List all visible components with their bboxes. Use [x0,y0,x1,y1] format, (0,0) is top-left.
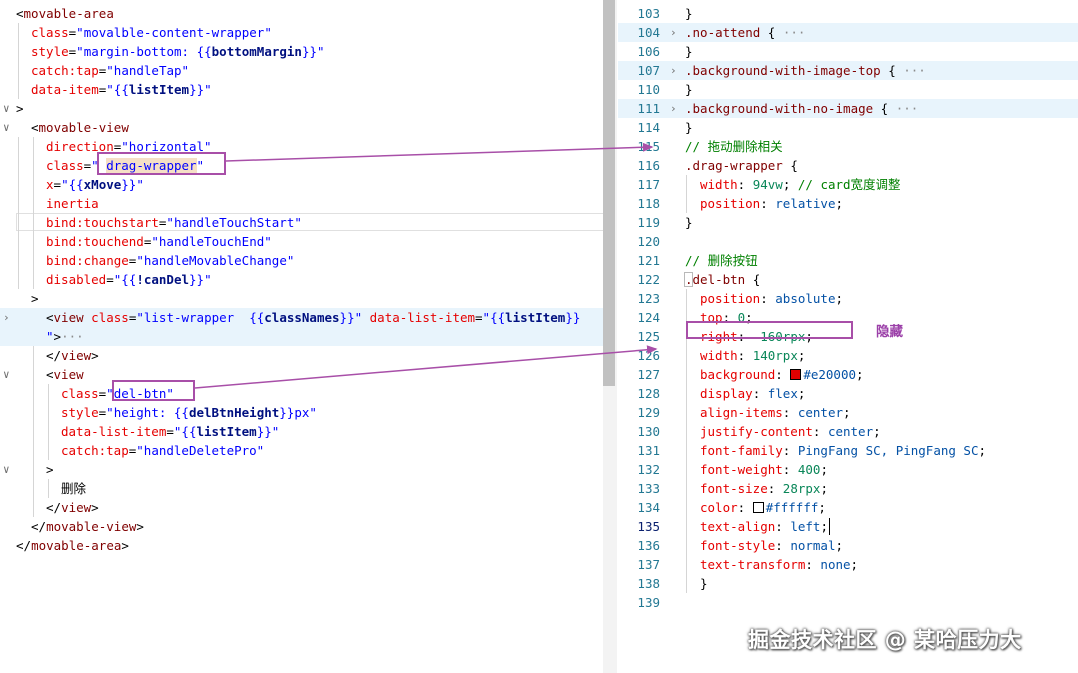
annotation-label-hide: 隐藏 [876,324,903,340]
arrow-drag-wrapper [225,142,654,162]
watermark: 掘金技术社区 @ 某哈压力大 [748,628,1022,652]
annotation-arrows [194,142,658,389]
arrow-del-btn [194,345,658,389]
